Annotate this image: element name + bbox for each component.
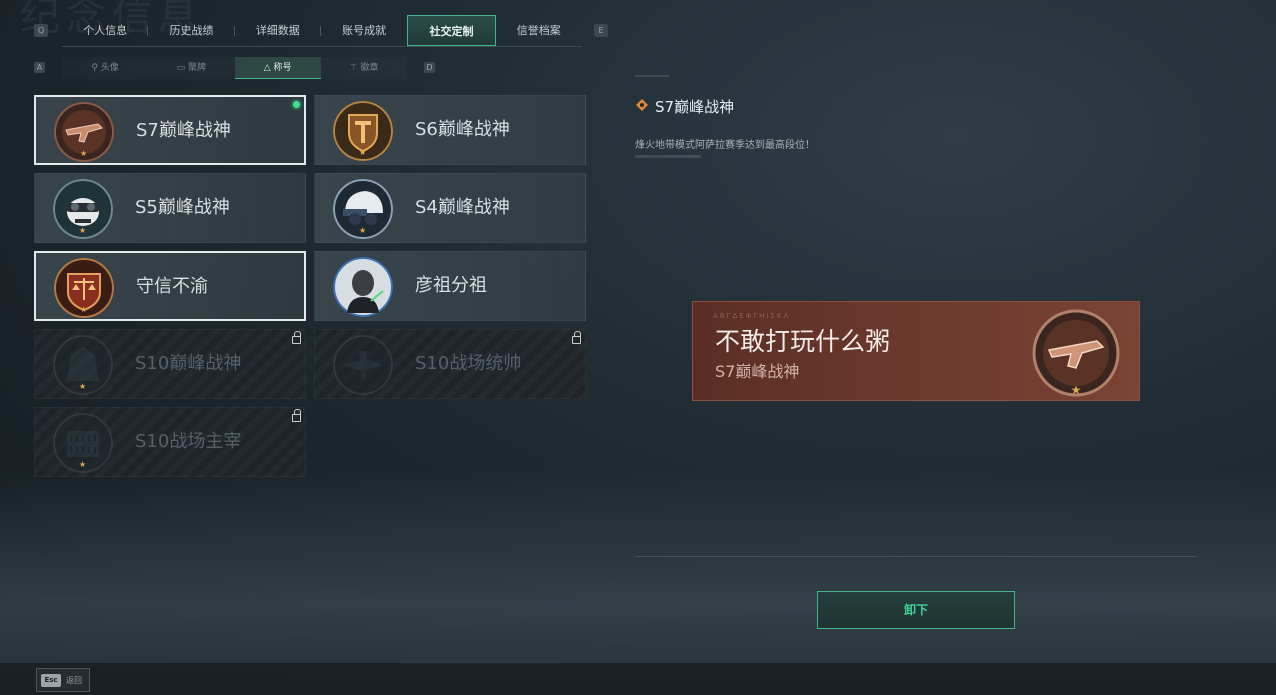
triangle-icon: △: [263, 63, 274, 73]
detail-description: 烽火地带模式阿萨拉赛季达到最高段位！: [635, 140, 815, 151]
title-card-s6[interactable]: ★ S6巅峰战神: [314, 95, 586, 165]
subtab-avatar-label: 头像: [100, 63, 119, 73]
lock-icon: [292, 331, 301, 344]
subtab-emblem[interactable]: ⚚ 徽章: [321, 57, 407, 79]
title-name: S10战场主宰: [135, 431, 242, 452]
card-icon: ▭: [176, 63, 189, 73]
title-name: S7巅峰战神: [136, 120, 231, 141]
prev-tab-key-hint[interactable]: Q: [34, 24, 48, 37]
tab-social-customization[interactable]: 社交定制: [407, 15, 496, 46]
subtab-card-label: 聚牌: [188, 63, 207, 73]
svg-text:★: ★: [1071, 383, 1082, 397]
detail-bottom-rule: [635, 556, 1197, 557]
title-name: S4巅峰战神: [415, 197, 510, 218]
next-subtab-key-hint[interactable]: D: [424, 62, 435, 73]
next-tab-key-hint[interactable]: E: [594, 24, 608, 37]
title-name: S10战场统帅: [415, 353, 522, 374]
title-name: S10巅峰战神: [135, 353, 242, 374]
back-button[interactable]: Esc 返回: [36, 668, 90, 692]
tab-achievements[interactable]: 账号成就: [321, 15, 407, 46]
subtab-avatar[interactable]: ⚲ 头像: [62, 57, 148, 79]
tab-reputation[interactable]: 信誉档案: [496, 15, 582, 46]
title-name: S5巅峰战神: [135, 197, 230, 218]
equipped-indicator: [293, 101, 300, 108]
banner-title: S7巅峰战神: [715, 362, 800, 381]
back-label: 返回: [66, 676, 82, 685]
title-name: 彦祖分祖: [415, 275, 487, 296]
unequip-button[interactable]: 卸下: [817, 591, 1015, 629]
title-card-s10-commander[interactable]: S10战场统帅: [314, 329, 586, 399]
title-name: S6巅峰战神: [415, 119, 510, 140]
person-icon: ⚲: [91, 63, 101, 73]
title-card-s4[interactable]: ★ S4巅峰战神: [314, 173, 586, 243]
tab-detailed-data[interactable]: 详细数据: [235, 15, 322, 46]
lock-icon: [292, 409, 301, 422]
title-card-s10-peak[interactable]: ★ S10巅峰战神: [34, 329, 306, 399]
aircraft-badge-icon: [333, 335, 393, 395]
sub-tab-bar: ⚲ 头像 ▭ 聚牌 △ 称号 ⚚ 徽章: [62, 57, 407, 79]
rank-star-icon: ★: [79, 382, 87, 391]
top-tab-bar: 个人信息 历史战绩 详细数据 账号成就 社交定制 信誉档案: [62, 15, 582, 47]
banner-decorative-text: ΑΒΓΔΕΦΓΗΙΣΚΛ: [713, 312, 791, 320]
bottom-fog: [0, 470, 1276, 695]
title-diamond-icon: [636, 99, 648, 111]
footer-bar: [0, 663, 1276, 695]
lock-icon: [572, 331, 581, 344]
rank-star-icon: ★: [80, 149, 88, 158]
subtab-title[interactable]: △ 称号: [234, 57, 321, 79]
rank-star-icon: ★: [79, 460, 87, 469]
esc-key-hint: Esc: [41, 674, 61, 687]
emblem-icon: ⚚: [349, 63, 361, 73]
tab-personal-info[interactable]: 个人信息: [62, 15, 149, 46]
banner-player-name: 不敢打玩什么粥: [715, 327, 891, 356]
rank-star-icon: ★: [359, 226, 367, 235]
rifle-badge-icon: ★: [1032, 309, 1120, 397]
subtab-emblem-label: 徽章: [360, 63, 379, 73]
title-card-yanzu[interactable]: 彦祖分祖: [314, 251, 586, 321]
rank-star-icon: ★: [80, 305, 88, 314]
tab-match-history[interactable]: 历史战绩: [148, 15, 235, 46]
title-card-s5[interactable]: ★ S5巅峰战神: [34, 173, 306, 243]
detail-title: S7巅峰战神: [655, 98, 735, 116]
portrait-badge-icon: [333, 257, 393, 317]
detail-divider: [635, 155, 701, 158]
title-preview-banner: ΑΒΓΔΕΦΓΗΙΣΚΛ 不敢打玩什么粥 S7巅峰战神 ★: [692, 301, 1140, 401]
rank-star-icon: ★: [359, 148, 367, 157]
subtab-card[interactable]: ▭ 聚牌: [148, 57, 234, 79]
title-card-s10-dominator[interactable]: ★ S10战场主宰: [34, 407, 306, 477]
title-card-s7[interactable]: ★ S7巅峰战神: [34, 95, 306, 165]
subtab-title-label: 称号: [273, 63, 292, 73]
detail-accent-line: [635, 75, 669, 77]
prev-subtab-key-hint[interactable]: A: [34, 62, 45, 73]
title-card-keep-faith[interactable]: ★ 守信不渝: [34, 251, 306, 321]
title-name: 守信不渝: [136, 276, 208, 297]
rank-star-icon: ★: [79, 226, 87, 235]
